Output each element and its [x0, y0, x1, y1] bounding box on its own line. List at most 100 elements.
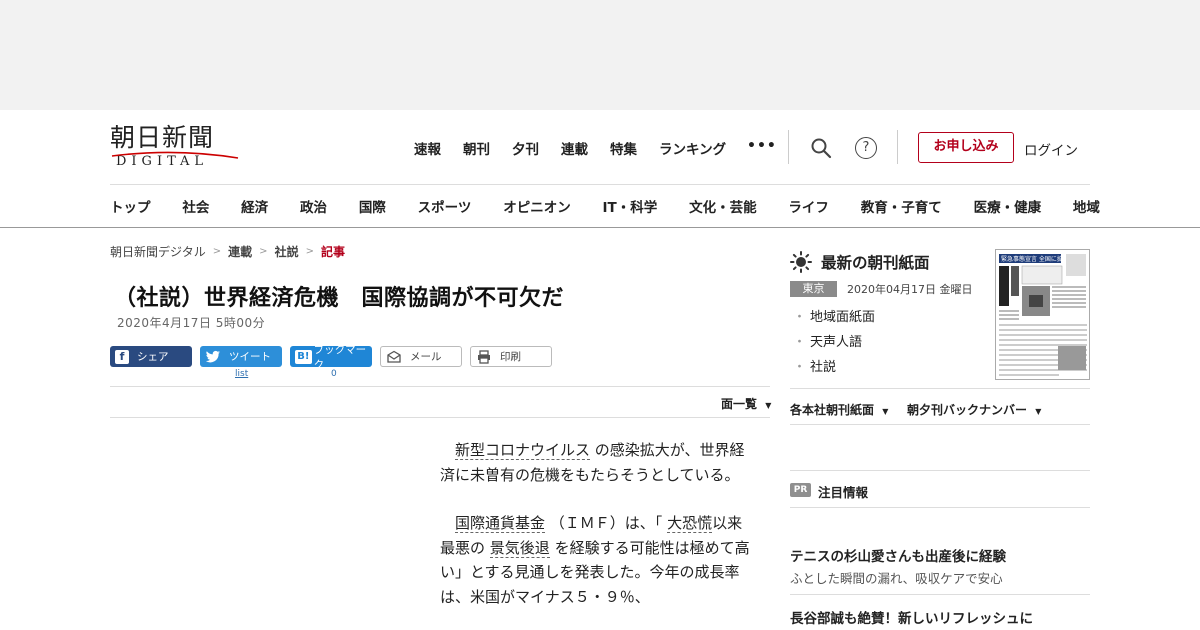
cat-sports[interactable]: スポーツ — [418, 196, 472, 216]
article-title: （社説）世界経済危機 国際協調が不可欠だ — [114, 286, 565, 311]
cat-opinion[interactable]: オピニオン — [503, 196, 571, 216]
edition-date: 2020年04月17日 金曜日 — [847, 283, 973, 296]
cat-international[interactable]: 国際 — [359, 196, 386, 216]
cat-economy[interactable]: 経済 — [241, 196, 268, 216]
keyword-link[interactable]: 大恐慌 — [667, 514, 713, 533]
facebook-icon: f — [115, 349, 129, 364]
caret-down-icon: ▼ — [1035, 407, 1042, 416]
article-body: 新型コロナウイルス の感染拡大が、世界経済に未曽有の危機をもたらそうとしている。… — [440, 438, 750, 630]
article-date: 2020年4月17日 5時00分 — [117, 316, 266, 330]
mail-icon — [387, 350, 401, 363]
cat-top[interactable]: トップ — [110, 196, 151, 216]
cat-culture[interactable]: 文化・芸能 — [689, 196, 757, 216]
nav-ranking[interactable]: ランキング — [659, 138, 726, 158]
sidebar-divider — [790, 594, 1090, 595]
print-button[interactable]: 印刷 — [470, 346, 552, 367]
mail-share-button[interactable]: メール — [380, 346, 462, 367]
sun-icon — [790, 251, 812, 273]
cat-life[interactable]: ライフ — [788, 196, 829, 216]
sidebar-divider — [790, 424, 1090, 425]
hatena-icon: B! — [295, 349, 312, 364]
latest-edition-title[interactable]: 最新の朝刊紙面 — [821, 251, 930, 273]
cat-it-science[interactable]: IT・科学 — [603, 196, 658, 216]
caret-down-icon: ▼ — [765, 401, 772, 410]
area-badge: 東京 — [790, 281, 837, 297]
hatena-bookmark-button[interactable]: B! ブックマーク — [290, 344, 372, 371]
cat-education[interactable]: 教育・子育て — [861, 196, 942, 216]
edition-links: 地域面紙面 天声人語 社説 — [793, 306, 875, 381]
featured-info-heading: 注目情報 — [818, 485, 869, 500]
breadcrumb-current: 記事 — [320, 245, 345, 259]
nav-rensai[interactable]: 連載 — [561, 138, 588, 158]
mail-label: メール — [410, 351, 442, 363]
breadcrumb: 朝日新聞デジタル > 連載 > 社説 > 記事 — [110, 243, 345, 260]
ad-banner-area — [0, 0, 1200, 110]
subscribe-button[interactable]: お申し込み — [918, 132, 1014, 163]
breadcrumb-rensai[interactable]: 連載 — [228, 243, 252, 260]
sidebar-divider — [790, 388, 1090, 389]
edition-link-local[interactable]: 地域面紙面 — [793, 306, 875, 325]
breadcrumb-shasetsu[interactable]: 社説 — [275, 243, 299, 260]
site-logo[interactable]: 朝日新聞 DIGITAL — [110, 124, 240, 170]
breadcrumb-home[interactable]: 朝日新聞デジタル — [110, 243, 206, 260]
header-divider — [897, 130, 898, 164]
nav-divider — [110, 184, 1090, 185]
article-divider — [110, 417, 770, 418]
hatena-count[interactable]: 0 — [331, 369, 337, 379]
page-index-dropdown[interactable]: 面一覧 ▼ — [721, 395, 771, 412]
nav-chokan[interactable]: 朝刊 — [463, 138, 490, 158]
search-icon[interactable] — [810, 137, 832, 159]
twitter-share-button[interactable]: ツイート — [200, 346, 282, 367]
page-index-label: 面一覧 — [721, 397, 758, 411]
keyword-link[interactable]: 新型コロナウイルス — [455, 441, 591, 460]
paragraph-text: を経験する可能性は極めて高い」とする見通しを発表した。今年の成長率は、米国がマイ… — [440, 538, 750, 606]
article-divider — [110, 386, 770, 387]
print-label: 印刷 — [500, 351, 521, 363]
keyword-link[interactable]: 景気後退 — [489, 538, 550, 558]
twitter-share-label: ツイート — [229, 351, 271, 363]
pr-badge: PR — [790, 483, 811, 497]
cat-health[interactable]: 医療・健康 — [974, 196, 1042, 216]
logo-swoosh-icon — [111, 151, 239, 159]
category-nav: トップ 社会 経済 政治 国際 スポーツ オピニオン IT・科学 文化・芸能 ラ… — [110, 196, 1100, 216]
edition-link-tensei[interactable]: 天声人語 — [793, 331, 875, 350]
nav-tokushu[interactable]: 特集 — [610, 138, 637, 158]
caret-down-icon: ▼ — [882, 407, 889, 416]
nav-yukan[interactable]: 夕刊 — [512, 138, 539, 158]
keyword-link[interactable]: 国際通貨基金 — [455, 514, 546, 533]
dropdown-label: 各本社朝刊紙面 — [790, 403, 875, 417]
cat-politics[interactable]: 政治 — [300, 196, 327, 216]
help-icon[interactable]: ? — [855, 137, 877, 159]
cat-society[interactable]: 社会 — [182, 196, 209, 216]
facebook-share-button[interactable]: f シェア — [110, 346, 192, 367]
honsha-edition-dropdown[interactable]: 各本社朝刊紙面 ▼ — [790, 401, 888, 418]
top-nav: 速報 朝刊 夕刊 連載 特集 ランキング — [414, 138, 748, 158]
sidebar-divider — [790, 470, 1090, 471]
article-paragraph: 国際通貨基金 （ＩＭＦ）は、「 大恐慌以来最悪の 景気後退 を経験する可能性は極… — [440, 511, 750, 609]
header-bottom-border — [0, 227, 1200, 228]
breadcrumb-separator-icon: > — [212, 246, 222, 257]
pr-article-title[interactable]: テニスの杉山愛さんも出産後に経験 — [790, 545, 1006, 565]
more-menu-button[interactable]: ••• — [747, 138, 777, 154]
paragraph-text: （ＩＭＦ）は、「 — [549, 514, 663, 532]
nav-sokuho[interactable]: 速報 — [414, 138, 441, 158]
twitter-count[interactable]: list — [235, 369, 248, 379]
print-icon — [478, 349, 490, 364]
backnumber-dropdown[interactable]: 朝夕刊バックナンバー ▼ — [907, 401, 1041, 418]
twitter-bird-icon — [205, 350, 220, 362]
login-link[interactable]: ログイン — [1024, 139, 1078, 159]
thumbnail-headline: 緊急事態宣言 全国に拡大 — [1001, 255, 1069, 263]
pr-article-subtitle[interactable]: ふとした瞬間の漏れ、吸収ケアで安心 — [790, 568, 1003, 587]
article-paragraph: 新型コロナウイルス の感染拡大が、世界経済に未曽有の危機をもたらそうとしている。 — [440, 438, 750, 487]
pr-article-title[interactable]: 長谷部誠も絶賛！新しいリフレッシュに — [790, 607, 1033, 627]
edition-link-shasetsu[interactable]: 社説 — [793, 356, 875, 375]
breadcrumb-separator-icon: > — [305, 246, 314, 257]
hatena-label: ブックマーク — [313, 343, 367, 371]
newspaper-thumbnail[interactable]: 緊急事態宣言 全国に拡大 — [995, 249, 1090, 380]
sidebar-divider — [790, 507, 1090, 508]
breadcrumb-separator-icon: > — [259, 246, 268, 257]
newspaper-page-image: 緊急事態宣言 全国に拡大 — [999, 254, 1087, 376]
dropdown-label: 朝夕刊バックナンバー — [907, 403, 1028, 417]
cat-region[interactable]: 地域 — [1073, 196, 1100, 216]
facebook-share-label: シェア — [137, 351, 169, 363]
